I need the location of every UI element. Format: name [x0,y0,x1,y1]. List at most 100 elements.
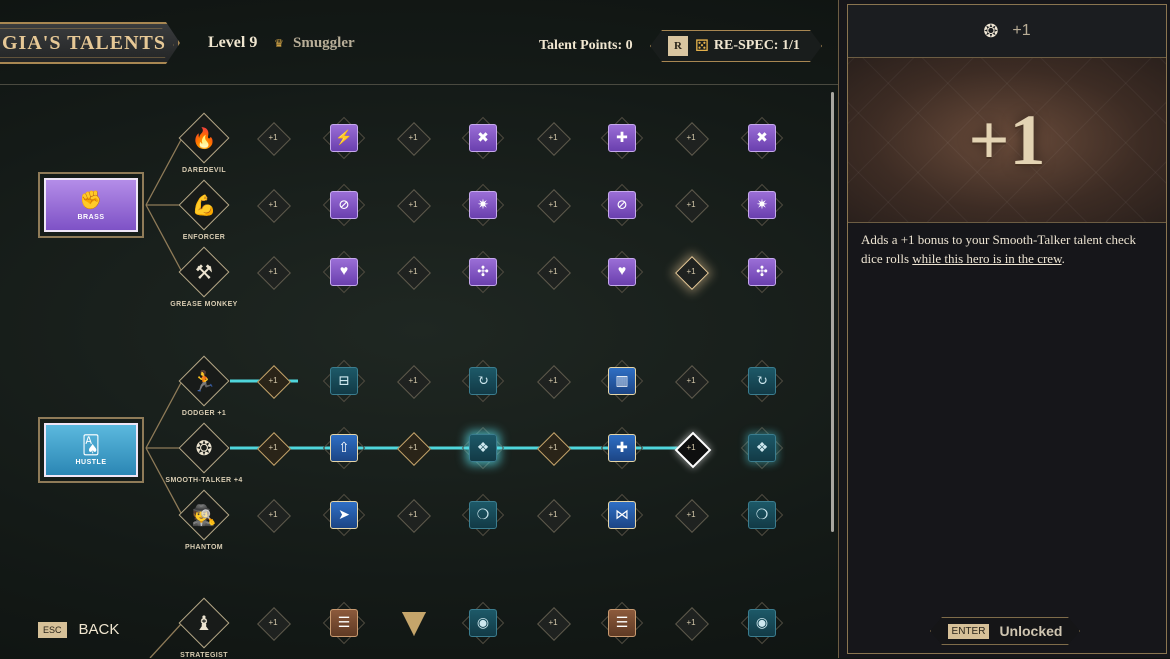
bonus-node[interactable]: +1 [675,122,709,156]
talent-node[interactable]: ❖ [740,426,784,470]
talent-node[interactable]: ☰ [600,601,644,645]
talent-node[interactable]: ➤ [322,493,366,537]
talent-node[interactable]: ✣ [461,250,505,294]
bonus-label: +1 [548,267,558,276]
cards-icon: 🂡 [81,434,101,455]
bonus-node[interactable]: +1 [537,122,571,156]
bonus-node[interactable]: +1 [257,256,291,290]
category-brass-inner: ✊ BRASS [44,178,138,232]
bonus-node[interactable] [402,612,426,636]
respec-button[interactable]: R ⚄ RE-SPEC: 1/1 [650,30,822,62]
bonus-node[interactable]: +1 [675,365,709,399]
panel-header-text: +1 [1012,22,1031,39]
talent-node[interactable]: ⋈ [600,493,644,537]
bonus-node[interactable]: +1 [537,189,571,223]
shield-slash-icon: ⊘ [330,191,358,219]
bonus-node[interactable]: +1 [675,607,709,641]
talent-node[interactable]: ♥ [322,250,366,294]
talent-node[interactable]: ◉ [740,601,784,645]
card-plus-icon: ✚ [608,124,636,152]
bonus-node[interactable]: +1 [257,122,291,156]
talent-tier-dodger-[interactable]: 🏃 [176,353,232,409]
talent-node[interactable]: ◉ [461,601,505,645]
card-plus-icon: ✚ [608,434,636,462]
bonus-node[interactable]: +1 [257,607,291,641]
heart-plus-icon: ♥ [608,258,636,286]
bonus-label: +1 [408,510,418,519]
bonus-node[interactable]: +1 [397,256,431,290]
bonus-label: +1 [408,376,418,385]
talent-node[interactable]: ↻ [740,359,784,403]
bonus-label: +1 [686,133,696,142]
level-label: Level 9 [208,34,258,51]
talent-node[interactable]: ✷ [740,183,784,227]
bonus-label: +1 [408,133,418,142]
shatter-icon: ✷ [748,191,776,219]
selected-bonus-node[interactable]: +1 [674,431,712,469]
talker-icon: ❂ [983,20,999,41]
bonus-node[interactable]: +1 [397,189,431,223]
bonus-node[interactable]: +1 [257,499,291,533]
bonus-node[interactable]: +1 [397,122,431,156]
talent-node[interactable]: ✖ [461,116,505,160]
talent-node[interactable]: ☰ [322,601,366,645]
talent-tier-daredevil[interactable]: 🔥 [176,110,232,166]
talent-node[interactable]: ✷ [461,183,505,227]
bonus-node[interactable]: +1 [257,365,291,399]
talent-node[interactable]: ❍ [461,493,505,537]
talent-node[interactable]: ⊘ [322,183,366,227]
talent-node[interactable]: ⊘ [600,183,644,227]
talent-tier-grease-monkey[interactable]: ⚒ [176,244,232,300]
talent-node[interactable]: ⊟ [322,359,366,403]
cycle-icon: ↻ [469,367,497,395]
talent-node[interactable]: ✖ [740,116,784,160]
back-button[interactable]: ESC BACK [38,621,119,638]
bonus-node[interactable]: +1 [537,499,571,533]
bonus-node[interactable]: +1 [537,365,571,399]
bonus-node[interactable]: +1 [537,256,571,290]
bonus-label: +1 [268,267,278,276]
bonus-node[interactable]: +1 [675,189,709,223]
talent-node[interactable]: ♥ [600,250,644,294]
bonus-node[interactable]: +1 [675,256,709,290]
bonus-node[interactable]: +1 [257,432,291,466]
talent-tier-enforcer[interactable]: 💪 [176,177,232,233]
scrollbar[interactable] [831,92,834,532]
bonus-node[interactable]: +1 [537,607,571,641]
talent-tier-smooth-talker-[interactable]: ❂ [176,420,232,476]
talent-node[interactable]: ✣ [740,250,784,294]
bonus-node[interactable]: +1 [675,499,709,533]
talent-node[interactable]: ▥ [600,359,644,403]
desc-link[interactable]: while this hero is in the crew [912,251,1061,266]
bonus-label: +1 [548,133,558,142]
talent-node[interactable]: ✚ [600,426,644,470]
bonus-node[interactable]: +1 [397,432,431,466]
bonus-label: +1 [686,267,696,276]
bonus-node[interactable]: +1 [257,189,291,223]
talent-description: Adds a +1 bonus to your Smooth-Talker ta… [861,230,1151,268]
talent-node[interactable]: ⚡ [322,116,366,160]
bonus-label: +1 [686,443,696,452]
talent-node[interactable]: ✚ [600,116,644,160]
talent-node[interactable]: ⇧ [322,426,366,470]
talent-tier-phantom[interactable]: 🕵 [176,487,232,543]
flame-icon: 🔥 [191,127,217,150]
gear-cross-icon: ✣ [469,258,497,286]
panel-header: ❂ +1 [848,5,1166,57]
talent-tier-strategist[interactable]: ♝ [176,595,232,651]
bonus-node[interactable]: +1 [537,432,571,466]
category-hustle-inner: 🂡 HUSTLE [44,423,138,477]
bonus-node[interactable]: +1 [397,365,431,399]
talent-node[interactable]: ❖ [461,426,505,470]
bonus-label [401,616,425,630]
unlocked-status[interactable]: ENTER Unlocked [930,617,1080,645]
bonus-label: +1 [268,133,278,142]
talent-node[interactable]: ↻ [461,359,505,403]
category-brass[interactable]: ✊ BRASS [38,172,144,238]
bonus-label: +1 [548,443,558,452]
bonus-node[interactable]: +1 [397,499,431,533]
rune-icon: ❖ [469,434,497,462]
stack-icon: ☰ [330,609,358,637]
category-hustle[interactable]: 🂡 HUSTLE [38,417,144,483]
talent-node[interactable]: ❍ [740,493,784,537]
